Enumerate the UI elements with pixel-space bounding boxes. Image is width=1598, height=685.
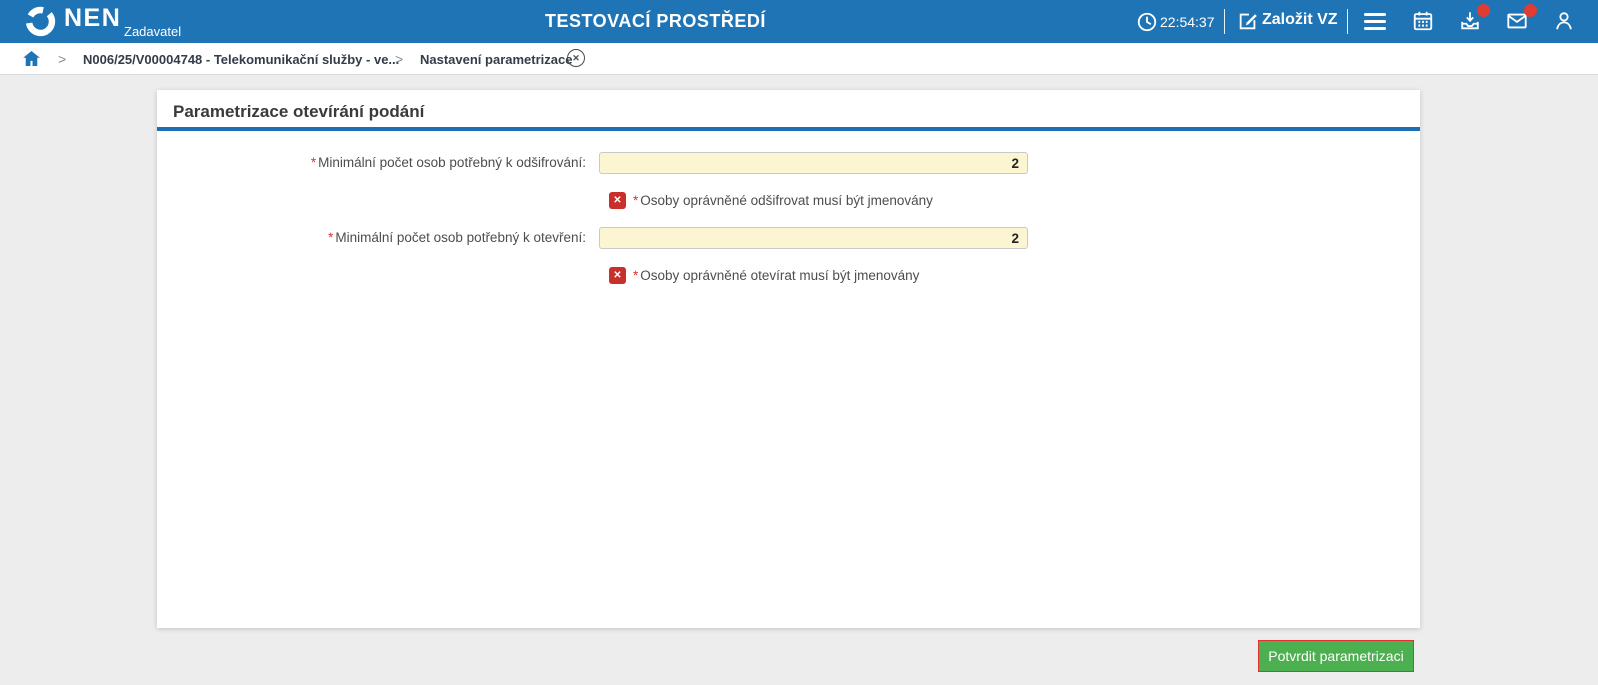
create-vz-button[interactable]: Založit VZ <box>1262 11 1338 29</box>
menu-icon[interactable] <box>1364 13 1386 34</box>
close-glyph: ✕ <box>572 53 580 64</box>
required-mark: * <box>328 230 333 245</box>
decrypt-count-input[interactable] <box>599 152 1028 174</box>
title-underline <box>157 127 1420 131</box>
decrypt-count-label: *Minimální počet osob potřebný k odšifro… <box>157 152 586 174</box>
environment-title: TESTOVACÍ PROSTŘEDÍ <box>545 11 766 32</box>
parametrization-panel: Parametrizace otevírání podání *Minimáln… <box>157 90 1420 628</box>
decrypt-error-text: *Osoby oprávněné odšifrovat musí být jme… <box>633 193 933 208</box>
confirm-parametrization-button[interactable]: Potvrdit parametrizaci <box>1258 640 1414 672</box>
edit-icon <box>1237 10 1259 32</box>
decrypt-error-row: ✕ *Osoby oprávněné odšifrovat musí být j… <box>609 192 933 209</box>
error-icon: ✕ <box>609 267 626 284</box>
nen-logo-icon <box>24 5 57 38</box>
topbar-divider <box>1347 9 1348 34</box>
breadcrumb-item-procurement[interactable]: N006/25/V00004748 - Telekomunikační služ… <box>83 52 399 67</box>
open-error-text: *Osoby oprávněné otevírat musí být jmeno… <box>633 268 919 283</box>
clock-icon <box>1136 0 1158 43</box>
required-mark: * <box>633 268 638 283</box>
current-time: 22:54:37 <box>1160 14 1215 30</box>
brand-subtitle: Zadavatel <box>124 24 181 39</box>
breadcrumb-separator: > <box>395 51 403 67</box>
brand-name: NEN <box>64 4 121 33</box>
mail-badge <box>1524 4 1537 17</box>
open-error-row: ✕ *Osoby oprávněné otevírat musí být jme… <box>609 267 919 284</box>
page-title: Parametrizace otevírání podání <box>173 102 424 122</box>
breadcrumb: > N006/25/V00004748 - Telekomunikační sl… <box>0 43 1598 75</box>
open-count-input[interactable] <box>599 227 1028 249</box>
nen-brand[interactable]: NEN Zadavatel <box>0 0 200 43</box>
user-icon[interactable] <box>1553 10 1577 34</box>
calendar-icon[interactable] <box>1412 10 1436 34</box>
breadcrumb-item-current[interactable]: Nastavení parametrizace <box>420 52 572 67</box>
breadcrumb-separator: > <box>58 51 66 67</box>
error-icon: ✕ <box>609 192 626 209</box>
top-bar: NEN Zadavatel TESTOVACÍ PROSTŘEDÍ 22:54:… <box>0 0 1598 43</box>
topbar-divider <box>1224 9 1225 34</box>
close-tab-icon[interactable]: ✕ <box>567 49 585 67</box>
required-mark: * <box>311 155 316 170</box>
required-mark: * <box>633 193 638 208</box>
home-icon[interactable] <box>22 49 41 68</box>
open-count-label: *Minimální počet osob potřebný k otevřen… <box>157 227 586 249</box>
downloads-badge <box>1477 4 1490 17</box>
